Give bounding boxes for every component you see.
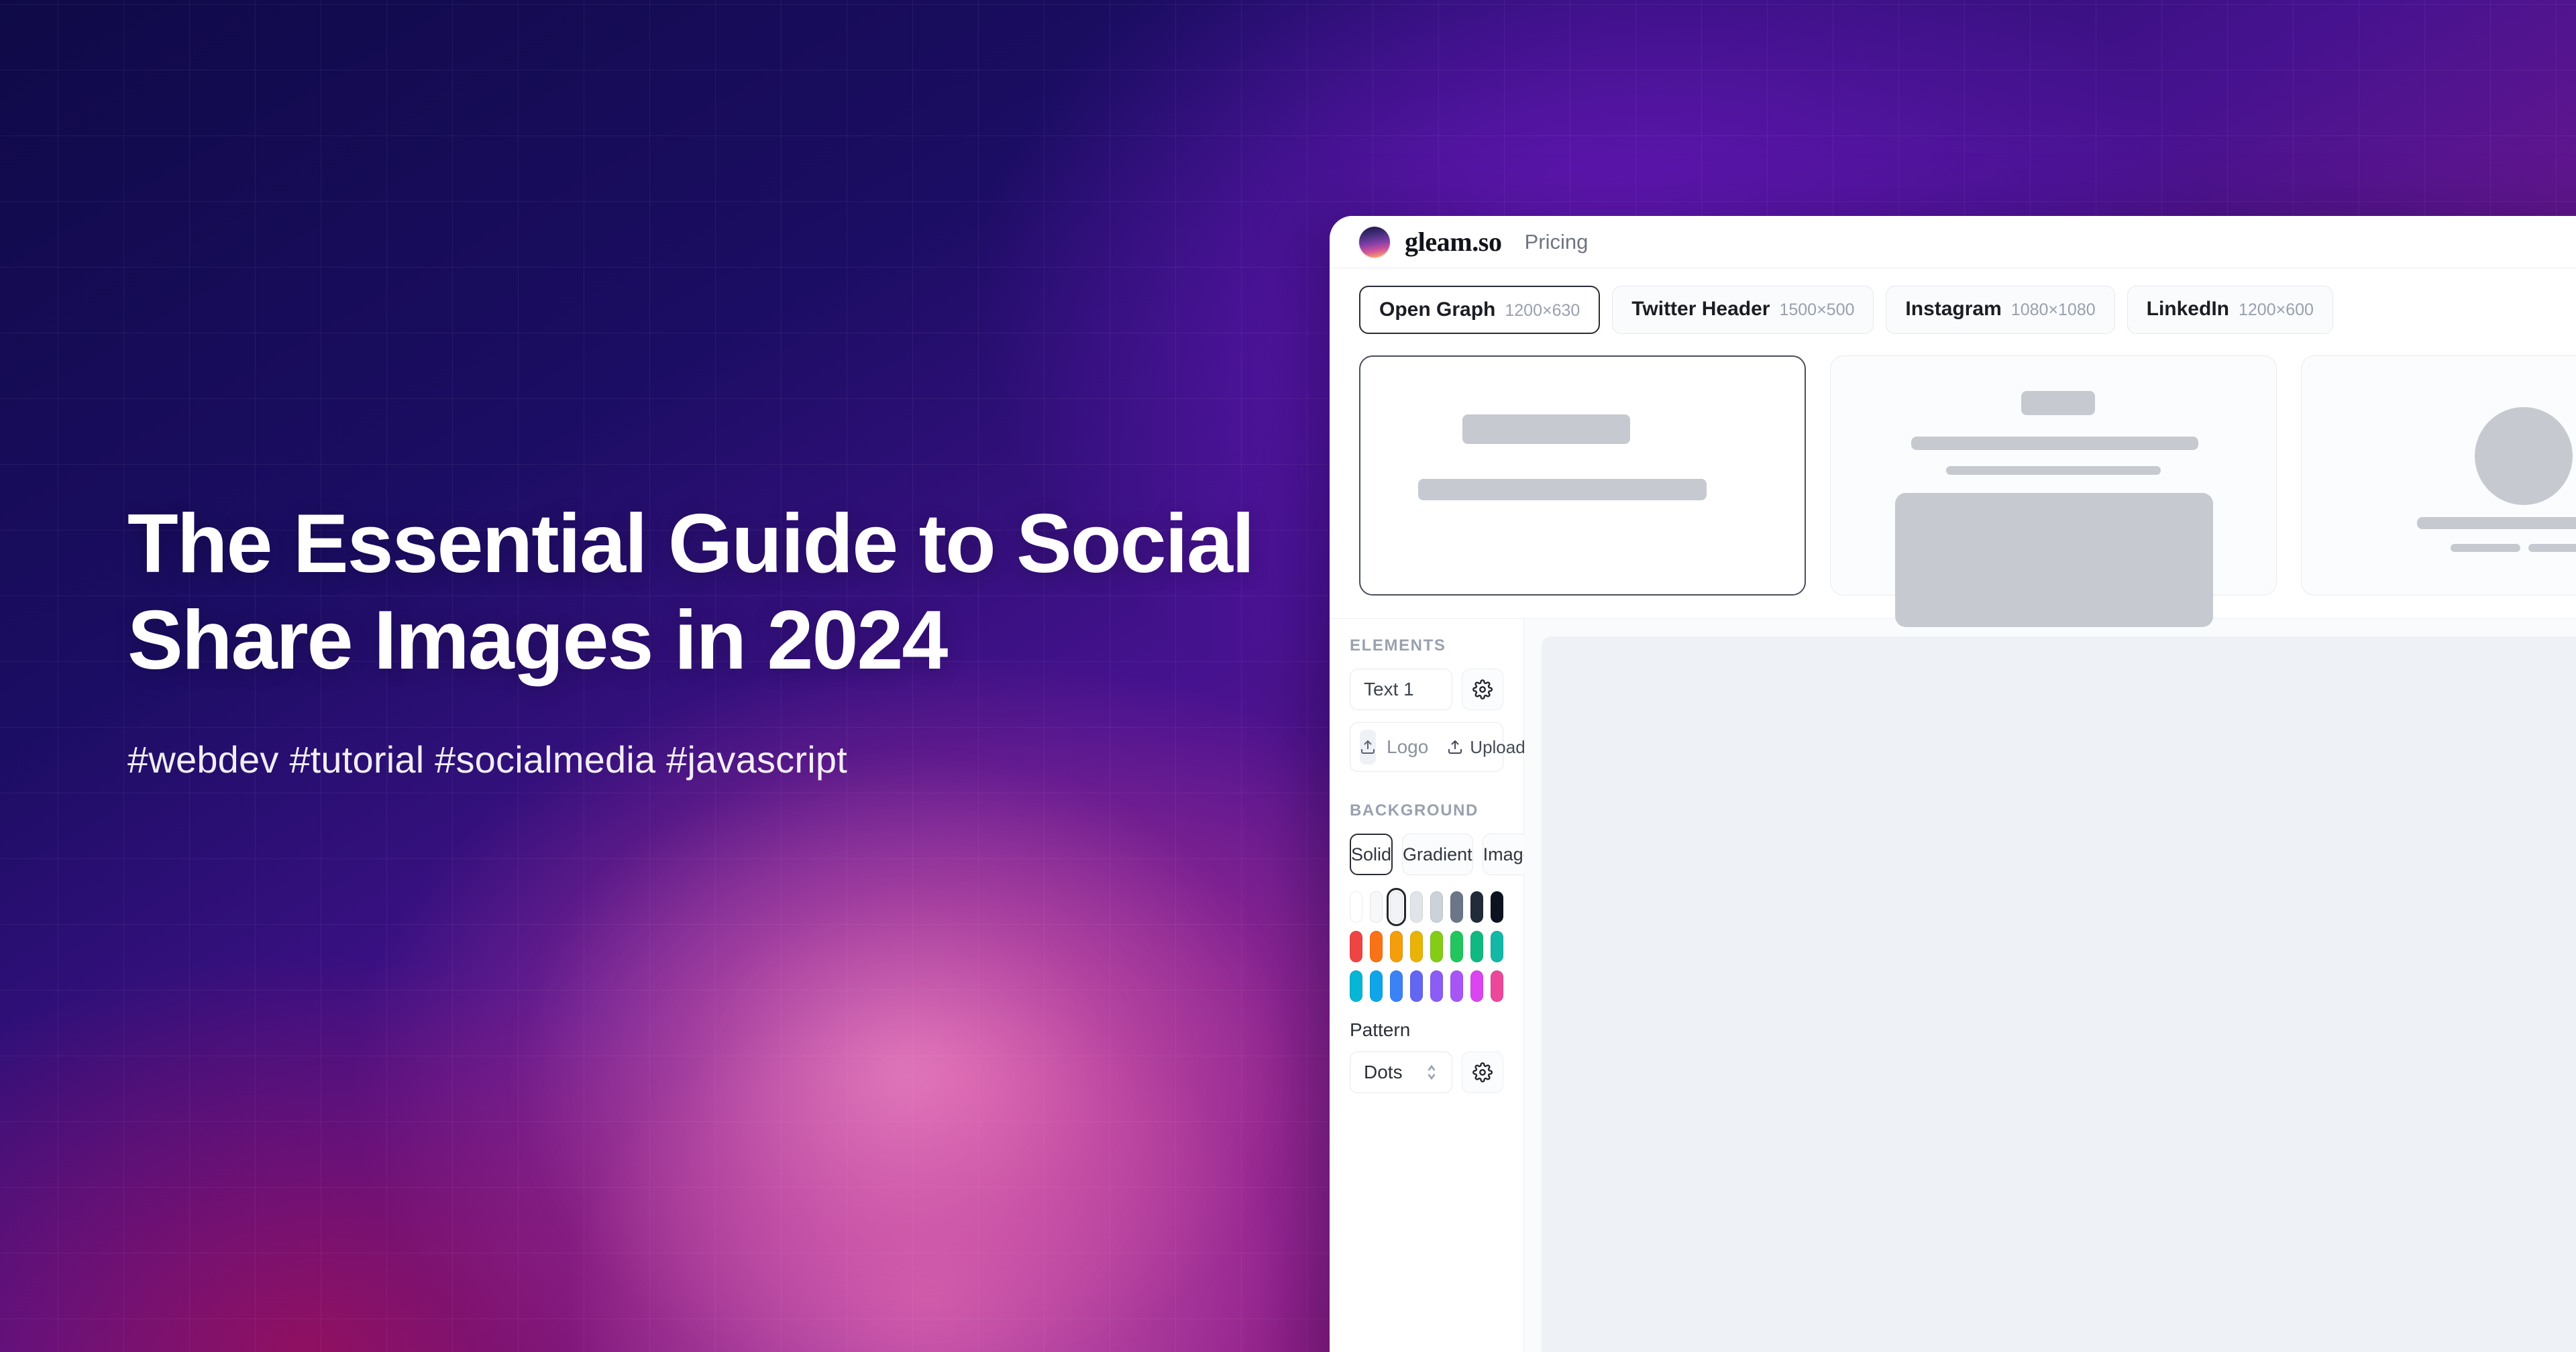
background-mode-solid[interactable]: Solid — [1350, 834, 1393, 875]
canvas-area — [1524, 619, 2576, 1352]
skeleton-bar — [1946, 466, 2161, 475]
tool-panel: ELEMENTS Text 1 Logo Upload BACKGROUND S… — [1330, 619, 1534, 1352]
tab-label: Open Graph — [1379, 298, 1496, 321]
preview-canvas[interactable] — [1542, 636, 2576, 1352]
tab-label: LinkedIn — [2146, 298, 2229, 320]
template-card-centered-text[interactable] — [1359, 355, 1806, 596]
color-swatch[interactable] — [1430, 970, 1443, 1002]
app-body: ELEMENTS Text 1 Logo Upload BACKGROUND S… — [1330, 618, 2576, 1352]
chevron-up-down-icon — [1428, 1064, 1436, 1080]
tab-dimensions: 1500×500 — [1779, 300, 1855, 319]
pattern-label: Pattern — [1350, 1019, 1411, 1040]
logo-thumbnail — [1360, 730, 1376, 765]
preset-size-tabs: Open Graph 1200×630 Twitter Header 1500×… — [1330, 268, 2576, 346]
color-swatch[interactable] — [1430, 931, 1443, 962]
color-swatch[interactable] — [1370, 931, 1383, 962]
pattern-settings-button[interactable] — [1462, 1052, 1503, 1093]
swatch-row-neutral — [1350, 888, 1503, 926]
text-layer-input[interactable]: Text 1 — [1350, 669, 1452, 710]
gear-icon — [1472, 679, 1493, 699]
nav-link-pricing[interactable]: Pricing — [1525, 230, 1589, 254]
color-swatch-selected[interactable] — [1387, 888, 1406, 926]
color-swatch[interactable] — [1450, 891, 1463, 923]
color-swatch[interactable] — [1491, 931, 1503, 962]
tab-label: Twitter Header — [1631, 298, 1770, 320]
pattern-select[interactable]: Dots — [1350, 1052, 1452, 1093]
brand-logo[interactable]: gleam.so — [1359, 226, 1502, 258]
tab-dimensions: 1080×1080 — [2010, 300, 2096, 319]
template-card-list — [1330, 346, 2576, 627]
pattern-value: Dots — [1364, 1062, 1403, 1082]
tab-dimensions: 1200×630 — [1505, 301, 1580, 320]
color-swatch[interactable] — [1491, 891, 1503, 923]
text-settings-button[interactable] — [1462, 669, 1503, 710]
color-swatch[interactable] — [1370, 970, 1383, 1002]
color-swatch[interactable] — [1390, 970, 1403, 1002]
tab-instagram[interactable]: Instagram 1080×1080 — [1886, 286, 2115, 334]
skeleton-bar — [1462, 414, 1630, 444]
background-pink-glow — [510, 751, 1301, 1352]
gleam-app-window: gleam.so Pricing Open Graph 1200×630 Twi… — [1330, 216, 2576, 1352]
skeleton-bar — [2021, 391, 2095, 415]
color-swatch[interactable] — [1350, 891, 1362, 923]
elements-section-label: ELEMENTS — [1350, 636, 1446, 655]
color-swatch[interactable] — [1450, 970, 1463, 1002]
tab-open-graph[interactable]: Open Graph 1200×630 — [1359, 286, 1601, 334]
gear-icon — [1472, 1062, 1493, 1082]
color-swatch[interactable] — [1410, 970, 1423, 1002]
tab-linkedin[interactable]: LinkedIn 1200×600 — [2127, 286, 2333, 334]
color-swatch[interactable] — [1470, 891, 1483, 923]
skeleton-bar — [2528, 544, 2576, 552]
brand-name: gleam.so — [1405, 227, 1502, 257]
hashtag-line: #webdev #tutorial #socialmedia #javascri… — [127, 738, 847, 781]
color-swatch[interactable] — [1410, 931, 1423, 962]
skeleton-bar — [1418, 479, 1707, 500]
tab-label: Instagram — [1905, 298, 2002, 320]
color-swatch[interactable] — [1470, 970, 1483, 1002]
color-swatch[interactable] — [1491, 970, 1503, 1002]
background-mode-gradient[interactable]: Gradient — [1402, 834, 1473, 875]
color-swatch[interactable] — [1350, 931, 1362, 962]
background-section-label: BACKGROUND — [1350, 801, 1479, 820]
upload-logo-button[interactable]: Upload — [1439, 732, 1533, 763]
hero-block: The Essential Guide to Social Share Imag… — [127, 496, 1268, 781]
swatch-row-cool — [1350, 970, 1503, 1002]
upload-icon — [1448, 740, 1462, 754]
template-card-hero-image[interactable] — [1830, 355, 2277, 627]
page-title: The Essential Guide to Social Share Imag… — [127, 498, 1254, 687]
skeleton-avatar — [2475, 407, 2573, 505]
logo-layer-row[interactable]: Logo Upload — [1350, 722, 1525, 772]
upload-icon — [1361, 740, 1375, 754]
background-mode-group: Solid Gradient Image — [1350, 834, 1534, 875]
upload-label: Upload — [1470, 736, 1525, 757]
gradient-orb-icon — [1359, 226, 1390, 258]
pattern-row: Dots — [1350, 1052, 1503, 1093]
tab-dimensions: 1200×600 — [2238, 300, 2314, 319]
skeleton-bar — [1911, 437, 2198, 450]
color-swatch[interactable] — [1470, 931, 1483, 962]
color-swatch[interactable] — [1450, 931, 1463, 962]
app-header: gleam.so Pricing — [1330, 216, 2576, 268]
color-swatch[interactable] — [1390, 931, 1403, 962]
logo-layer-label: Logo — [1387, 736, 1429, 757]
skeleton-bar — [2451, 544, 2520, 552]
swatch-row-warm — [1350, 931, 1503, 962]
color-swatch[interactable] — [1410, 891, 1423, 923]
tab-twitter-header[interactable]: Twitter Header 1500×500 — [1612, 286, 1874, 334]
template-card-avatar-quote[interactable] — [2301, 355, 2576, 596]
skeleton-image-block — [1895, 493, 2213, 627]
text-layer-row: Text 1 — [1350, 669, 1503, 710]
color-swatch[interactable] — [1430, 891, 1443, 923]
color-swatch[interactable] — [1350, 970, 1362, 1002]
color-swatch[interactable] — [1370, 891, 1383, 923]
color-swatch-grid — [1350, 888, 1503, 1002]
skeleton-bar — [2417, 517, 2576, 529]
